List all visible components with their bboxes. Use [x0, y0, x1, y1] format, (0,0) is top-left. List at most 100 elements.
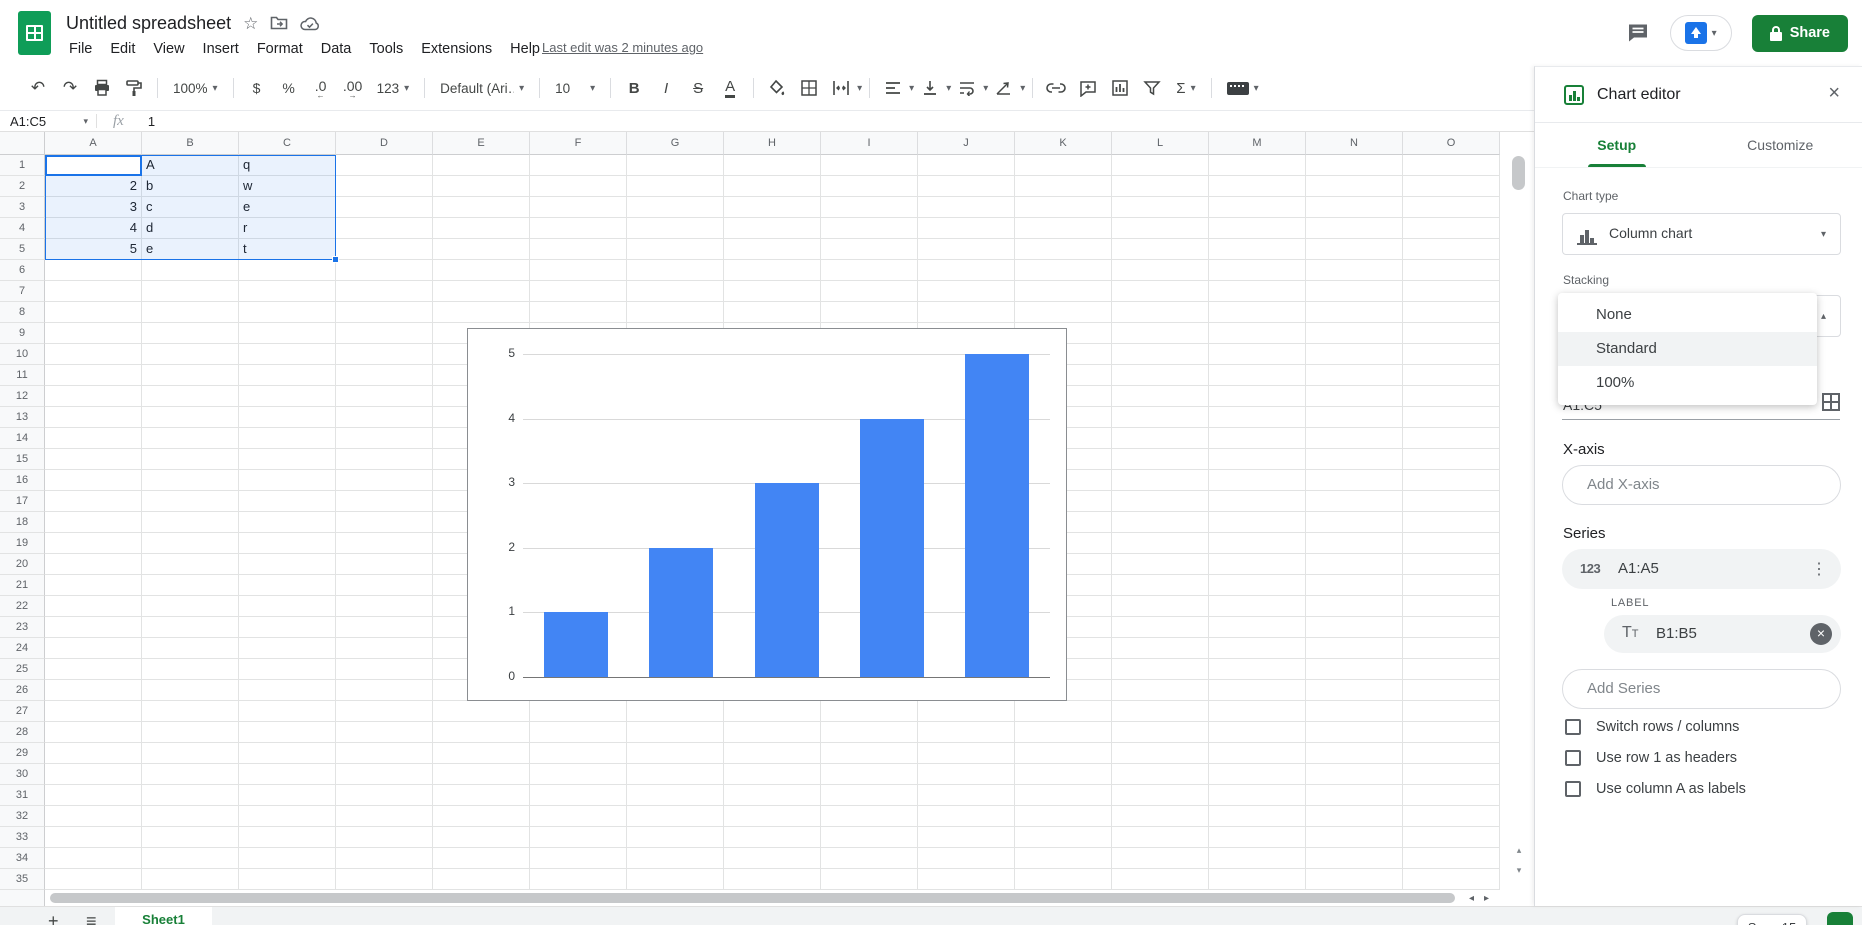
cell-L31[interactable] — [1112, 785, 1209, 806]
italic-button[interactable]: I — [652, 74, 680, 102]
move-to-folder-icon[interactable] — [270, 15, 288, 31]
cell-E31[interactable] — [433, 785, 530, 806]
row-header-11[interactable]: 11 — [0, 365, 45, 386]
cell-A17[interactable] — [45, 491, 142, 512]
scroll-right-icon[interactable]: ▸ — [1484, 893, 1489, 904]
cell-D5[interactable] — [336, 239, 433, 260]
series-row[interactable]: 123 A1:A5 ⋮ — [1562, 549, 1841, 589]
cell-M10[interactable] — [1209, 344, 1306, 365]
cell-L6[interactable] — [1112, 260, 1209, 281]
last-edit-link[interactable]: Last edit was 2 minutes ago — [542, 40, 703, 55]
cell-K33[interactable] — [1015, 827, 1112, 848]
cell-I7[interactable] — [821, 281, 918, 302]
cell-A13[interactable] — [45, 407, 142, 428]
cell-H28[interactable] — [724, 722, 821, 743]
cell-D20[interactable] — [336, 554, 433, 575]
cell-B10[interactable] — [142, 344, 239, 365]
cell-D15[interactable] — [336, 449, 433, 470]
explore-button[interactable] — [1827, 912, 1853, 925]
cell-G5[interactable] — [627, 239, 724, 260]
cell-M21[interactable] — [1209, 575, 1306, 596]
cell-E1[interactable] — [433, 155, 530, 176]
paint-format-button[interactable] — [120, 74, 148, 102]
cell-H30[interactable] — [724, 764, 821, 785]
undo-button[interactable]: ↶ — [24, 74, 52, 102]
column-header-N[interactable]: N — [1306, 132, 1403, 155]
cell-M23[interactable] — [1209, 617, 1306, 638]
cell-D12[interactable] — [336, 386, 433, 407]
cell-M17[interactable] — [1209, 491, 1306, 512]
cell-L11[interactable] — [1112, 365, 1209, 386]
cell-O27[interactable] — [1403, 701, 1500, 722]
number-format-select[interactable]: 123 ▾ — [371, 74, 416, 102]
row-header-5[interactable]: 5 — [0, 239, 45, 260]
cell-H5[interactable] — [724, 239, 821, 260]
checkbox-2[interactable] — [1565, 750, 1581, 766]
column-header-O[interactable]: O — [1403, 132, 1500, 155]
cell-G30[interactable] — [627, 764, 724, 785]
cell-A14[interactable] — [45, 428, 142, 449]
cell-B30[interactable] — [142, 764, 239, 785]
cell-B31[interactable] — [142, 785, 239, 806]
cell-N27[interactable] — [1306, 701, 1403, 722]
cell-J33[interactable] — [918, 827, 1015, 848]
formula-input[interactable]: 1 — [142, 114, 155, 129]
cell-D28[interactable] — [336, 722, 433, 743]
font-size-select[interactable]: 10 ▾ — [549, 74, 601, 102]
cell-N22[interactable] — [1306, 596, 1403, 617]
tab-setup[interactable]: Setup — [1535, 123, 1699, 167]
horizontal-scrollbar[interactable]: ◂ ▸ — [0, 890, 1534, 906]
cell-A16[interactable] — [45, 470, 142, 491]
cell-C19[interactable] — [239, 533, 336, 554]
cell-F30[interactable] — [530, 764, 627, 785]
cell-N20[interactable] — [1306, 554, 1403, 575]
cell-M35[interactable] — [1209, 869, 1306, 890]
row-header-26[interactable]: 26 — [0, 680, 45, 701]
cell-N6[interactable] — [1306, 260, 1403, 281]
menu-edit[interactable]: Edit — [101, 38, 144, 60]
cell-N10[interactable] — [1306, 344, 1403, 365]
horizontal-scrollbar-thumb[interactable] — [50, 893, 1455, 903]
cell-J32[interactable] — [918, 806, 1015, 827]
cell-N4[interactable] — [1306, 218, 1403, 239]
cell-L21[interactable] — [1112, 575, 1209, 596]
cell-M4[interactable] — [1209, 218, 1306, 239]
format-currency-button[interactable]: $ — [243, 74, 271, 102]
cell-K1[interactable] — [1015, 155, 1112, 176]
cell-J31[interactable] — [918, 785, 1015, 806]
cell-I8[interactable] — [821, 302, 918, 323]
cell-A28[interactable] — [45, 722, 142, 743]
row-header-10[interactable]: 10 — [0, 344, 45, 365]
chevron-down-icon[interactable]: ▾ — [1712, 28, 1717, 39]
cell-H32[interactable] — [724, 806, 821, 827]
cell-F35[interactable] — [530, 869, 627, 890]
cell-E34[interactable] — [433, 848, 530, 869]
cell-B35[interactable] — [142, 869, 239, 890]
cell-B26[interactable] — [142, 680, 239, 701]
cell-H6[interactable] — [724, 260, 821, 281]
cell-K29[interactable] — [1015, 743, 1112, 764]
cell-J27[interactable] — [918, 701, 1015, 722]
cell-O23[interactable] — [1403, 617, 1500, 638]
cell-O12[interactable] — [1403, 386, 1500, 407]
cell-O10[interactable] — [1403, 344, 1500, 365]
cell-C31[interactable] — [239, 785, 336, 806]
cell-L13[interactable] — [1112, 407, 1209, 428]
cell-B9[interactable] — [142, 323, 239, 344]
cell-G35[interactable] — [627, 869, 724, 890]
cell-D34[interactable] — [336, 848, 433, 869]
cell-A21[interactable] — [45, 575, 142, 596]
cell-O3[interactable] — [1403, 197, 1500, 218]
cell-A27[interactable] — [45, 701, 142, 722]
cell-C4[interactable]: r — [239, 218, 336, 239]
cell-A19[interactable] — [45, 533, 142, 554]
cell-I31[interactable] — [821, 785, 918, 806]
cell-O24[interactable] — [1403, 638, 1500, 659]
cell-L27[interactable] — [1112, 701, 1209, 722]
cell-L7[interactable] — [1112, 281, 1209, 302]
cell-A30[interactable] — [45, 764, 142, 785]
cell-N5[interactable] — [1306, 239, 1403, 260]
chevron-down-icon[interactable]: ▾ — [857, 83, 862, 94]
cell-C20[interactable] — [239, 554, 336, 575]
cell-K2[interactable] — [1015, 176, 1112, 197]
